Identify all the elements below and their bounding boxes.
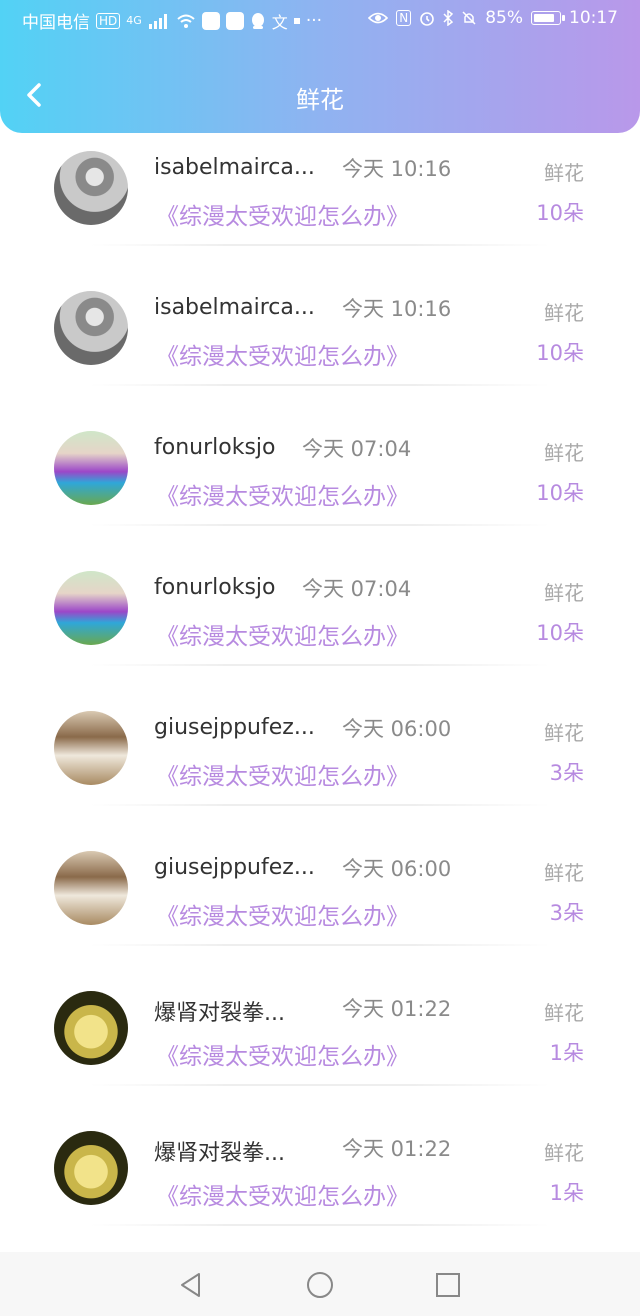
divider	[90, 384, 550, 386]
divider	[90, 244, 550, 246]
avatar[interactable]	[54, 711, 128, 785]
clock: 10:17	[569, 8, 618, 28]
username: isabelmairca...	[154, 295, 315, 320]
status-bar-right: N 85% 10:17	[368, 8, 618, 28]
list-item[interactable]: fonurloksjo 今天 07:04 鲜花 《综漫太受欢迎怎么办》 10朵	[0, 413, 640, 553]
divider	[90, 1224, 550, 1226]
divider	[90, 664, 550, 666]
wifi-icon	[177, 14, 195, 28]
avatar[interactable]	[54, 431, 128, 505]
gift-count: 3朵	[549, 901, 584, 925]
header: 中国电信 HD 4G 文 ··· N 85% 10:17 鲜花	[0, 0, 640, 133]
gift-type: 鲜花	[544, 861, 584, 885]
network-label: 4G	[126, 14, 142, 27]
book-title-link[interactable]: 《综漫太受欢迎怎么办》	[156, 337, 409, 371]
alarm-icon	[420, 12, 435, 26]
divider	[90, 944, 550, 946]
gift-type: 鲜花	[544, 441, 584, 465]
list-item[interactable]: giusejppufez... 今天 06:00 鲜花 《综漫太受欢迎怎么办》 …	[0, 693, 640, 833]
avatar[interactable]	[54, 851, 128, 925]
page-title: 鲜花	[296, 86, 344, 114]
battery-percent: 85%	[485, 8, 523, 28]
gift-list: isabelmairca... 今天 10:16 鲜花 《综漫太受欢迎怎么办》 …	[0, 133, 640, 1253]
avatar[interactable]	[54, 291, 128, 365]
username: 爆肾对裂拳...	[154, 1141, 285, 1166]
nfc-icon: N	[396, 10, 412, 26]
eye-icon	[368, 12, 389, 24]
username: giusejppufez...	[154, 855, 315, 880]
square-recent-icon	[436, 1273, 460, 1297]
dot-icon	[293, 17, 300, 24]
gift-type: 鲜花	[544, 1001, 584, 1025]
list-item[interactable]: 爆肾对裂拳... 今天 01:22 鲜花 《综漫太受欢迎怎么办》 1朵	[0, 973, 640, 1113]
status-bar-left: 中国电信 HD 4G 文 ···	[22, 8, 323, 34]
nav-home-button[interactable]	[305, 1270, 335, 1300]
timestamp: 今天 10:16	[342, 297, 452, 321]
list-item[interactable]: 爆肾对裂拳... 今天 01:22 鲜花 《综漫太受欢迎怎么办》 1朵	[0, 1113, 640, 1253]
signal-icon	[148, 13, 167, 29]
username: giusejppufez...	[154, 715, 315, 740]
avatar[interactable]	[54, 1131, 128, 1205]
gift-type: 鲜花	[544, 1141, 584, 1165]
qq-icon	[251, 12, 264, 29]
gift-count: 10朵	[536, 621, 584, 645]
app-icon	[201, 11, 220, 30]
divider	[90, 804, 550, 806]
book-title-link[interactable]: 《综漫太受欢迎怎么办》	[156, 197, 409, 231]
timestamp: 今天 07:04	[302, 577, 412, 601]
timestamp: 今天 06:00	[342, 857, 452, 881]
more-icon: ···	[305, 10, 323, 31]
battery-icon	[531, 11, 565, 25]
mute-icon	[462, 11, 476, 25]
nav-back-button[interactable]	[176, 1270, 206, 1300]
book-title-link[interactable]: 《综漫太受欢迎怎么办》	[156, 897, 409, 931]
gift-count: 10朵	[536, 481, 584, 505]
book-title-link[interactable]: 《综漫太受欢迎怎么办》	[156, 1037, 409, 1071]
translate-icon: 文	[271, 12, 288, 32]
username: 爆肾对裂拳...	[154, 1001, 285, 1026]
book-title-link[interactable]: 《综漫太受欢迎怎么办》	[156, 757, 409, 791]
carrier-label: 中国电信	[22, 13, 90, 33]
nav-recent-button[interactable]	[433, 1270, 463, 1300]
timestamp: 今天 01:22	[342, 1137, 452, 1161]
gift-count: 3朵	[549, 761, 584, 785]
username: isabelmairca...	[154, 155, 315, 180]
circle-home-icon	[307, 1272, 333, 1298]
avatar[interactable]	[54, 151, 128, 225]
username: fonurloksjo	[154, 575, 276, 600]
gift-count: 1朵	[549, 1041, 584, 1065]
list-item[interactable]: isabelmairca... 今天 10:16 鲜花 《综漫太受欢迎怎么办》 …	[0, 133, 640, 273]
list-item[interactable]: fonurloksjo 今天 07:04 鲜花 《综漫太受欢迎怎么办》 10朵	[0, 553, 640, 693]
timestamp: 今天 10:16	[342, 157, 452, 181]
gift-type: 鲜花	[544, 161, 584, 185]
gift-count: 10朵	[536, 341, 584, 365]
avatar[interactable]	[54, 991, 128, 1065]
gift-type: 鲜花	[544, 301, 584, 325]
gift-count: 10朵	[536, 201, 584, 225]
divider	[90, 1084, 550, 1086]
book-title-link[interactable]: 《综漫太受欢迎怎么办》	[156, 477, 409, 511]
divider	[90, 524, 550, 526]
system-nav-bar	[0, 1252, 640, 1316]
timestamp: 今天 06:00	[342, 717, 452, 741]
gift-count: 1朵	[549, 1181, 584, 1205]
list-item[interactable]: giusejppufez... 今天 06:00 鲜花 《综漫太受欢迎怎么办》 …	[0, 833, 640, 973]
app-icon	[225, 11, 244, 30]
list-item[interactable]: isabelmairca... 今天 10:16 鲜花 《综漫太受欢迎怎么办》 …	[0, 273, 640, 413]
timestamp: 今天 01:22	[342, 997, 452, 1021]
gift-type: 鲜花	[544, 721, 584, 745]
username: fonurloksjo	[154, 435, 276, 460]
avatar[interactable]	[54, 571, 128, 645]
timestamp: 今天 07:04	[302, 437, 412, 461]
triangle-back-icon	[181, 1273, 200, 1297]
hd-badge: HD	[96, 12, 121, 29]
gift-type: 鲜花	[544, 581, 584, 605]
bluetooth-icon	[443, 10, 454, 26]
status-bar: 中国电信 HD 4G 文 ··· N 85% 10:17	[0, 0, 640, 40]
book-title-link[interactable]: 《综漫太受欢迎怎么办》	[156, 1177, 409, 1211]
book-title-link[interactable]: 《综漫太受欢迎怎么办》	[156, 617, 409, 651]
